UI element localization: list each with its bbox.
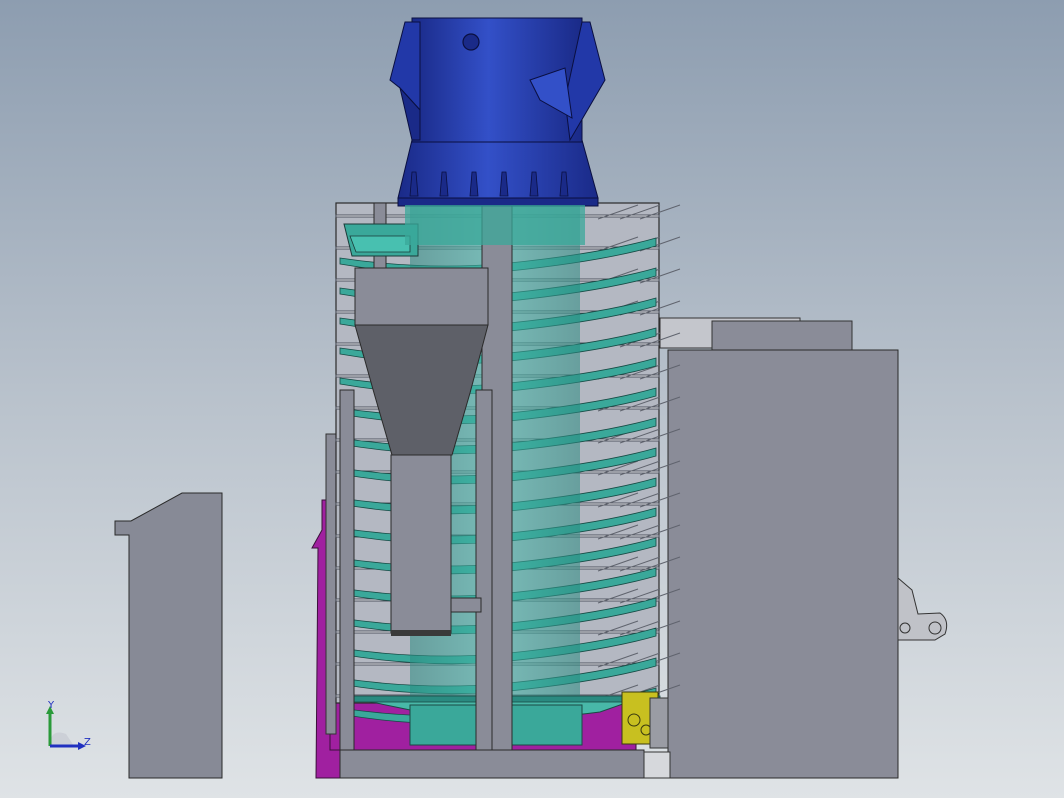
base-beam [339,749,671,779]
machine-drawing [114,17,948,779]
right-cover [659,317,948,779]
yellow-drive [621,691,669,749]
axis-triad: Y Z [46,700,91,750]
y-axis-label: Y [47,700,55,711]
upper-flange [405,205,585,245]
z-axis-label: Z [84,737,91,748]
left-post [339,389,355,779]
motor [389,17,606,207]
cad-viewport[interactable]: Y Z [0,0,1064,798]
mid-post [475,389,493,779]
left-panel [114,492,223,779]
